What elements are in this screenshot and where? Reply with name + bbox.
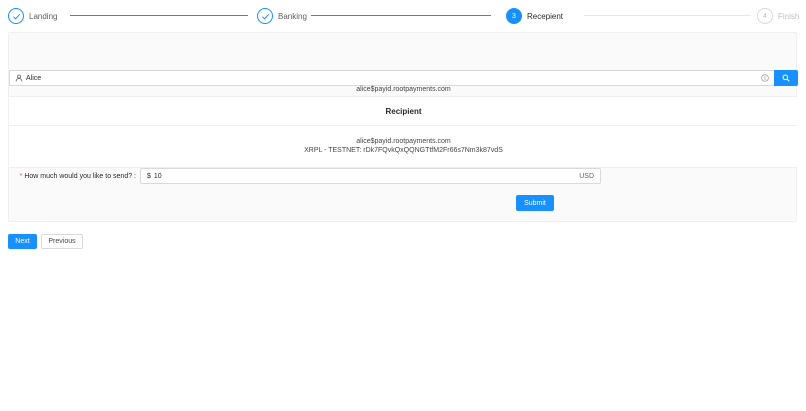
step-title: Banking xyxy=(278,11,307,21)
step-connector-2 xyxy=(311,15,491,16)
recipient-card: Recipient alice$payid.rootpayments.com X… xyxy=(9,96,798,168)
user-icon xyxy=(15,74,23,82)
steps-progress: Landing Banking 3 Recepient 4 Finish xyxy=(8,7,799,25)
step-number: 4 xyxy=(757,8,773,24)
step-connector-1 xyxy=(70,15,248,16)
step-connector-3 xyxy=(584,15,751,16)
step-check-icon xyxy=(8,8,24,24)
info-icon[interactable] xyxy=(761,74,769,82)
step-number: 3 xyxy=(506,8,522,24)
resolved-address: alice$payid.rootpayments.com xyxy=(356,86,451,93)
recipient-xrpl-address: XRPL - TESTNET: rDk7FQvkQxQQNGTtfM2Fr66s… xyxy=(304,147,503,154)
search-input[interactable]: Alice xyxy=(9,70,774,86)
previous-button[interactable]: Previous xyxy=(41,234,83,249)
step-banking[interactable]: Banking xyxy=(257,7,307,25)
amount-form-row: * How much would you like to send? : $ 10… xyxy=(9,168,798,184)
step-finish[interactable]: 4 Finish xyxy=(757,7,799,25)
step-check-icon xyxy=(257,8,273,24)
step-title: Landing xyxy=(29,11,58,21)
recipient-payid: alice$payid.rootpayments.com xyxy=(356,138,451,145)
step-title: Recepient xyxy=(527,11,564,21)
amount-input[interactable]: $ 10 USD xyxy=(140,168,601,184)
amount-label: * How much would you like to send? : xyxy=(9,173,140,180)
step-title: Finish xyxy=(778,11,800,21)
next-button[interactable]: Next xyxy=(8,234,37,249)
card-title: Recipient xyxy=(9,97,798,126)
payid-search: Alice xyxy=(9,70,798,86)
amount-value: 10 xyxy=(153,172,162,180)
amount-label-text: How much would you like to send? : xyxy=(24,172,136,180)
search-value: Alice xyxy=(26,74,42,82)
search-icon xyxy=(782,74,790,82)
step-landing[interactable]: Landing xyxy=(8,7,57,25)
search-button[interactable] xyxy=(774,70,798,86)
currency-prefix: $ xyxy=(147,172,151,180)
step-content-panel: Alice alice$payid.rootpayments.com Recip… xyxy=(8,32,798,222)
submit-button[interactable]: Submit xyxy=(516,195,554,211)
card-body: alice$payid.rootpayments.com XRPL - TEST… xyxy=(9,126,798,155)
required-mark: * xyxy=(19,172,23,180)
currency-suffix: USD xyxy=(579,172,594,180)
step-recepient[interactable]: 3 Recepient xyxy=(506,7,563,25)
